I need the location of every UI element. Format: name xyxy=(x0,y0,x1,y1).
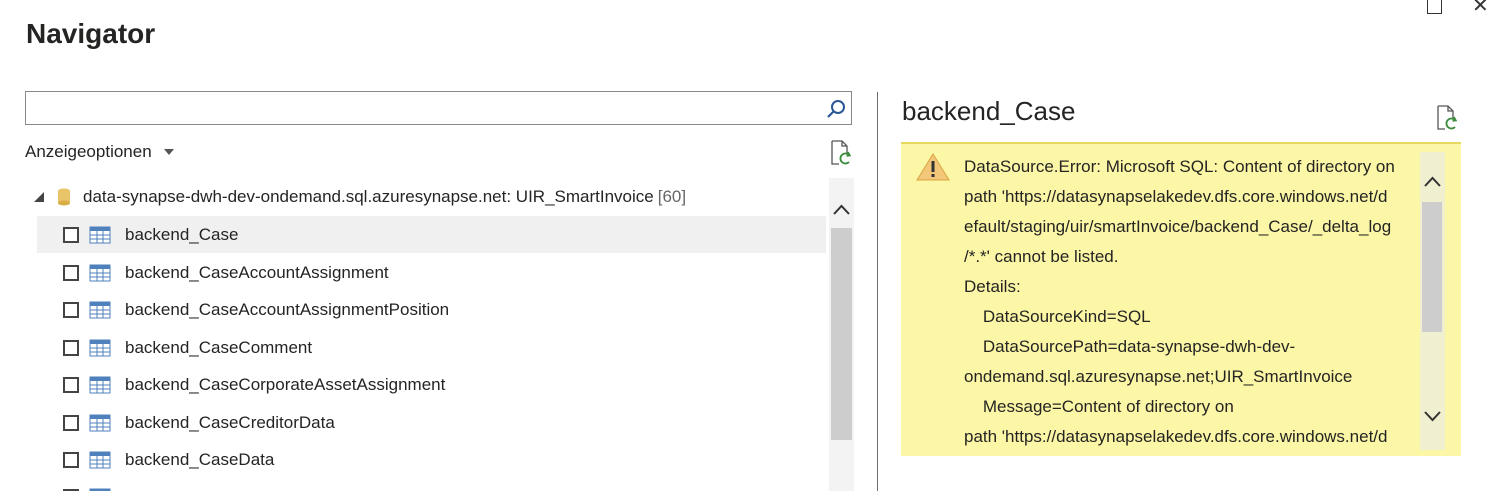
display-options-dropdown[interactable]: Anzeigeoptionen xyxy=(25,142,174,162)
list-item[interactable]: backend_CaseCorporateAssetAssignment xyxy=(37,366,826,403)
list-item-label: backend_Case xyxy=(125,224,239,244)
chevron-up-icon[interactable] xyxy=(833,204,850,216)
error-line: DataSource.Error: Microsoft SQL: Content… xyxy=(964,157,1395,176)
list-item[interactable]: backend_CaseData xyxy=(37,441,826,478)
error-line: DataSourcePath=data-synapse-dwh-dev- xyxy=(964,337,1296,356)
checkbox[interactable] xyxy=(63,376,79,393)
scrollbar-thumb[interactable] xyxy=(831,228,852,440)
error-line: Details: xyxy=(964,277,1021,296)
checkbox[interactable] xyxy=(63,451,79,468)
error-message-panel: DataSource.Error: Microsoft SQL: Content… xyxy=(901,142,1461,456)
collapse-triangle-icon[interactable] xyxy=(33,191,45,203)
chevron-down-icon[interactable] xyxy=(1424,410,1441,422)
error-line: Message=Content of directory on xyxy=(964,397,1234,416)
list-item[interactable]: backend_CaseCreditorData xyxy=(37,404,826,441)
table-icon xyxy=(89,226,111,243)
database-icon xyxy=(58,188,70,206)
chevron-up-icon[interactable] xyxy=(1424,176,1441,188)
error-line: DataSourceKind=SQL xyxy=(964,307,1151,326)
error-line: /*.*' cannot be listed. xyxy=(964,247,1119,266)
list-item-label: backend_CaseComment xyxy=(125,337,313,357)
error-line: path 'https://datasynapselakedev.dfs.cor… xyxy=(964,427,1388,446)
display-options-label: Anzeigeoptionen xyxy=(25,142,152,161)
tree-root-label: data-synapse-dwh-dev-ondemand.sql.azures… xyxy=(83,187,654,206)
tree-root[interactable]: data-synapse-dwh-dev-ondemand.sql.azures… xyxy=(26,184,686,210)
tree-root-count: [60] xyxy=(657,187,687,206)
list-item-label: backend_CaseAccountAssignmentPosition xyxy=(125,299,450,319)
checkbox[interactable] xyxy=(63,339,79,356)
refresh-icon[interactable] xyxy=(829,140,853,166)
close-icon[interactable]: ✕ xyxy=(1472,0,1489,15)
checkbox[interactable] xyxy=(63,301,79,318)
search-icon[interactable] xyxy=(825,98,847,120)
panel-divider[interactable] xyxy=(877,92,878,491)
page-title: Navigator xyxy=(26,18,156,49)
table-icon xyxy=(89,264,111,281)
tree-scrollbar[interactable] xyxy=(829,178,854,491)
warning-icon xyxy=(916,153,950,181)
error-line: efault/staging/uir/smartInvoice/backend_… xyxy=(964,217,1392,236)
list-item[interactable]: backend_CaseAccountAssignmentPosition xyxy=(37,291,826,328)
list-item[interactable]: backend_Case xyxy=(37,216,826,253)
table-icon xyxy=(89,376,111,393)
list-item[interactable]: backend_CaseAccountAssignment xyxy=(37,254,826,291)
scrollbar-thumb[interactable] xyxy=(1422,202,1442,332)
table-icon xyxy=(89,414,111,431)
refresh-icon[interactable] xyxy=(1435,105,1459,131)
error-line: ondemand.sql.azuresynapse.net;UIR_SmartI… xyxy=(964,367,1353,386)
table-icon xyxy=(89,488,111,491)
list-item-partial[interactable] xyxy=(37,478,826,491)
maximize-icon[interactable] xyxy=(1427,0,1442,14)
error-line: path 'https://datasynapselakedev.dfs.cor… xyxy=(964,187,1388,206)
list-item-label: backend_CaseCreditorData xyxy=(125,412,335,432)
error-text: DataSource.Error: Microsoft SQL: Content… xyxy=(964,152,1419,452)
checkbox[interactable] xyxy=(63,264,79,281)
checkbox[interactable] xyxy=(63,414,79,431)
list-item-label: backend_CaseData xyxy=(125,449,275,469)
search-input[interactable] xyxy=(25,91,852,125)
table-icon xyxy=(89,301,111,318)
error-scrollbar[interactable] xyxy=(1420,152,1445,450)
chevron-down-icon xyxy=(163,149,174,155)
preview-title: backend_Case xyxy=(902,96,1076,126)
list-item-label: backend_CaseCorporateAssetAssignment xyxy=(125,374,446,394)
checkbox[interactable] xyxy=(63,226,79,243)
table-icon xyxy=(89,451,111,468)
list-item-label: backend_CaseAccountAssignment xyxy=(125,262,389,282)
table-icon xyxy=(89,339,111,356)
navigator-tree: data-synapse-dwh-dev-ondemand.sql.azures… xyxy=(26,178,826,491)
list-item[interactable]: backend_CaseComment xyxy=(37,329,826,366)
